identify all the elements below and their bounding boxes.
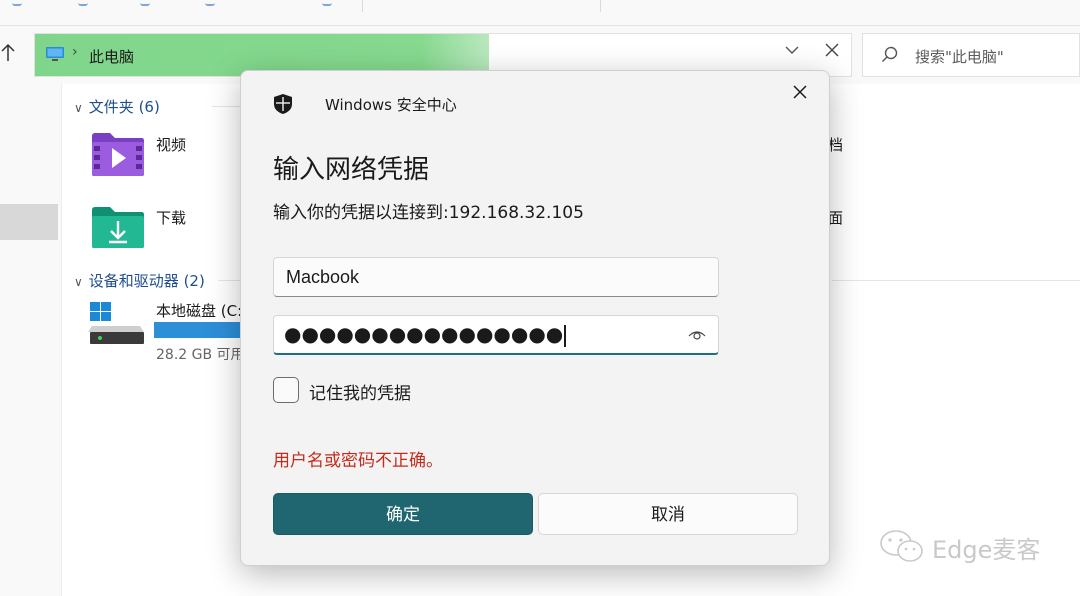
local-disk-free-space: 28.2 GB 可用 bbox=[156, 347, 245, 363]
close-icon[interactable] bbox=[787, 81, 813, 107]
breadcrumb-this-pc[interactable]: 此电脑 bbox=[89, 46, 134, 67]
watermark-text: Edge麦客 bbox=[932, 536, 1041, 564]
section-header-folders[interactable]: ∨ 文件夹 (6) bbox=[74, 96, 160, 117]
username-value: Macbook bbox=[286, 267, 360, 287]
close-icon[interactable] bbox=[823, 40, 841, 65]
up-arrow-icon[interactable] bbox=[0, 43, 20, 67]
remember-credentials-checkbox[interactable] bbox=[273, 377, 299, 403]
credential-dialog: Windows 安全中心 输入网络凭据 输入你的凭据以连接到:192.168.3… bbox=[240, 70, 830, 566]
folder-videos-label[interactable]: 视频 bbox=[156, 134, 186, 155]
navigation-pane bbox=[0, 84, 62, 596]
downloads-folder-icon[interactable] bbox=[90, 204, 146, 250]
toolbar-divider bbox=[362, 0, 363, 12]
search-icon bbox=[882, 46, 898, 62]
breadcrumb-chevron-icon[interactable]: › bbox=[72, 44, 78, 60]
password-masked-value: ●●●●●●●●●●●●●●●● bbox=[284, 322, 567, 347]
toolbar-icon-fragment[interactable] bbox=[140, 0, 150, 6]
dialog-subtitle: 输入你的凭据以连接到:192.168.32.105 bbox=[273, 203, 584, 223]
watermark: Edge麦客 bbox=[878, 528, 1040, 564]
local-disk-icon[interactable] bbox=[88, 300, 148, 348]
remember-credentials-label[interactable]: 记住我的凭据 bbox=[309, 379, 411, 404]
nav-item-selected[interactable] bbox=[0, 204, 58, 240]
toolbar-icon-fragment[interactable] bbox=[205, 0, 215, 6]
section-divider bbox=[832, 280, 1080, 281]
error-message: 用户名或密码不正确。 bbox=[273, 451, 443, 471]
video-folder-icon[interactable] bbox=[90, 130, 146, 178]
password-field[interactable]: ●●●●●●●●●●●●●●●● bbox=[273, 315, 719, 355]
folder-documents-label[interactable]: 档 bbox=[828, 134, 843, 155]
shield-icon bbox=[274, 94, 292, 114]
section-divider bbox=[212, 106, 242, 107]
dialog-app-name: Windows 安全中心 bbox=[325, 96, 457, 114]
section-folders-label: 文件夹 (6) bbox=[88, 98, 160, 116]
toolbar-divider bbox=[600, 0, 601, 12]
toolbar-icon-fragment[interactable] bbox=[322, 0, 332, 6]
disk-usage-bar bbox=[154, 322, 250, 338]
toolbar bbox=[0, 0, 1080, 26]
search-box[interactable]: 搜索"此电脑" bbox=[862, 33, 1080, 77]
section-divider bbox=[218, 280, 240, 281]
toolbar-icon-fragment[interactable] bbox=[12, 0, 22, 6]
toolbar-icon-fragment[interactable] bbox=[78, 0, 88, 6]
username-field[interactable]: Macbook bbox=[273, 257, 719, 297]
collapse-chevron-icon[interactable]: ∨ bbox=[74, 101, 83, 115]
folder-desktop-label[interactable]: 面 bbox=[828, 207, 843, 228]
folder-downloads-label[interactable]: 下载 bbox=[156, 207, 186, 228]
section-devices-label: 设备和驱动器 (2) bbox=[88, 272, 205, 290]
computer-icon bbox=[46, 47, 64, 61]
search-placeholder: 搜索"此电脑" bbox=[915, 48, 1004, 66]
section-header-devices[interactable]: ∨ 设备和驱动器 (2) bbox=[74, 270, 205, 291]
collapse-chevron-icon[interactable]: ∨ bbox=[74, 275, 83, 289]
text-caret bbox=[564, 324, 567, 347]
password-dots: ●●●●●●●●●●●●●●●● bbox=[284, 322, 564, 346]
local-disk-label[interactable]: 本地磁盘 (C: bbox=[156, 300, 242, 321]
reveal-password-eye-icon[interactable] bbox=[688, 328, 706, 342]
ok-button[interactable]: 确定 bbox=[273, 493, 533, 535]
address-history-dropdown-icon[interactable] bbox=[785, 43, 799, 59]
cancel-button[interactable]: 取消 bbox=[538, 493, 798, 535]
dialog-title: 输入网络凭据 bbox=[273, 155, 430, 185]
wechat-icon bbox=[880, 530, 923, 562]
